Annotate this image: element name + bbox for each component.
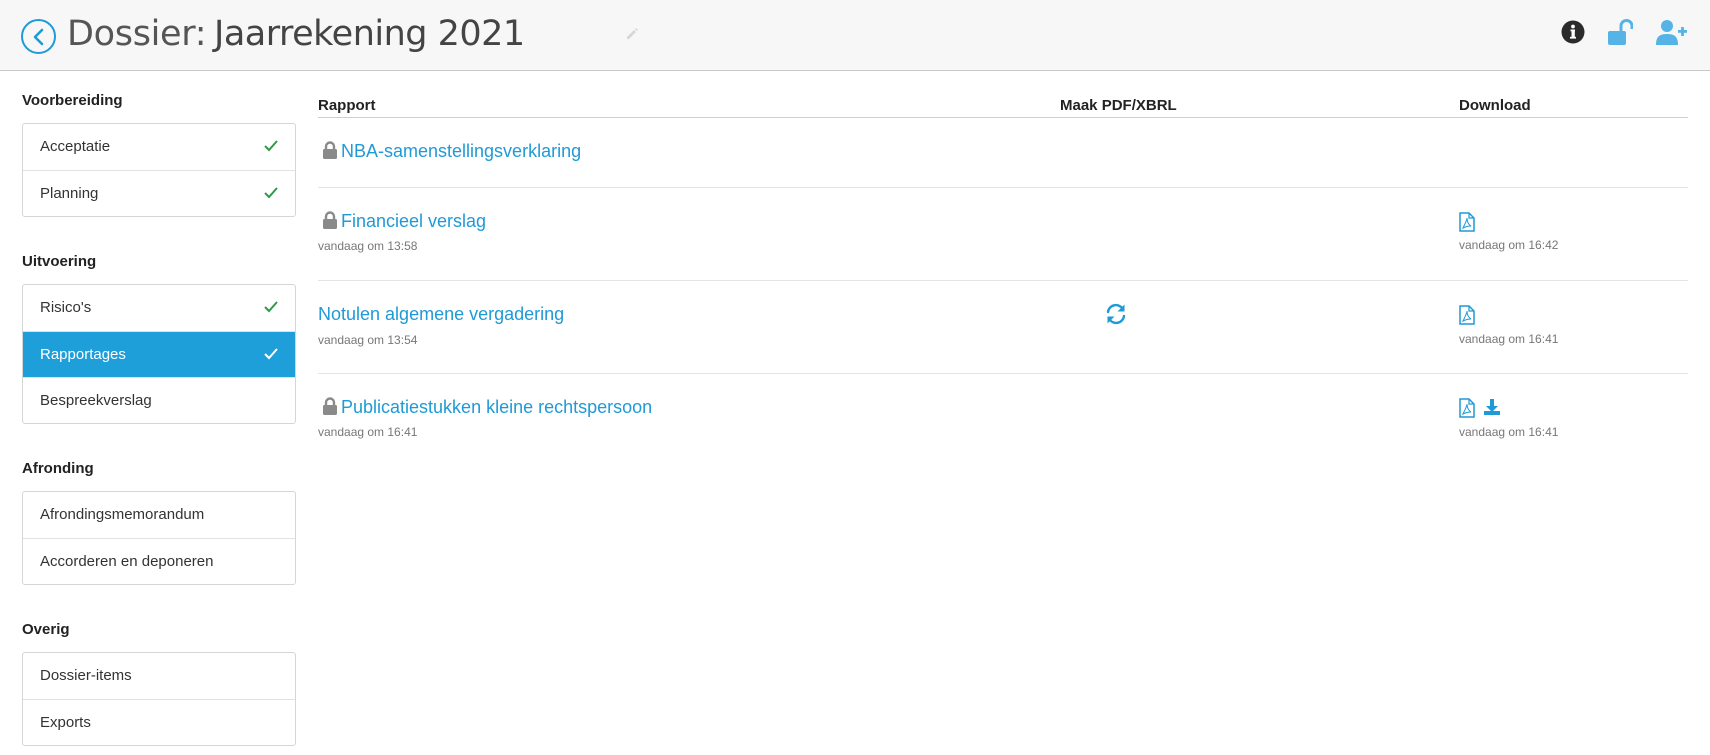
sidebar-item-risicos[interactable]: Risico's: [23, 285, 295, 331]
chevron-left-icon: [33, 28, 44, 46]
sidebar-item-label: Dossier-items: [40, 667, 132, 684]
header-divider: [318, 117, 1688, 118]
report-date: vandaag om 13:58: [318, 239, 418, 253]
sidebar-item-label: Rapportages: [40, 346, 126, 363]
sidebar-item-label: Accorderen en deponeren: [40, 553, 214, 570]
check-icon: [264, 187, 278, 199]
section-title-voorbereiding: Voorbereiding: [22, 92, 123, 109]
sidebar-item-afrondingsmemorandum[interactable]: Afrondingsmemorandum: [23, 492, 295, 538]
row-divider: [318, 187, 1688, 188]
sidebar-item-label: Acceptatie: [40, 138, 111, 155]
nav-group-afronding: Afrondingsmemorandum Accorderen en depon…: [22, 491, 296, 585]
report-link-notulen-algemene-vergadering[interactable]: Notulen algemene vergadering: [318, 304, 564, 325]
report-link-nba-samenstellingsverklaring[interactable]: NBA-samenstellingsverklaring: [341, 141, 581, 162]
check-icon: [264, 140, 278, 152]
check-icon: [264, 348, 278, 360]
column-header-make-pdf-xbrl: Maak PDF/XBRL: [1060, 97, 1177, 114]
nav-group-overig: Dossier-items Exports: [22, 652, 296, 746]
row-divider: [318, 373, 1688, 374]
unlock-icon[interactable]: [1607, 19, 1633, 47]
check-icon: [264, 301, 278, 313]
lock-icon: [323, 211, 337, 229]
info-icon[interactable]: [1561, 20, 1585, 44]
sidebar-item-rapportages[interactable]: Rapportages: [23, 331, 295, 377]
sidebar-item-accorderen-en-deponeren[interactable]: Accorderen en deponeren: [23, 538, 295, 584]
sidebar-item-dossier-items[interactable]: Dossier-items: [23, 653, 295, 699]
sidebar-item-acceptatie[interactable]: Acceptatie: [23, 124, 295, 170]
pdf-file-icon[interactable]: [1459, 398, 1475, 418]
pencil-icon[interactable]: [625, 27, 639, 41]
sidebar-item-bespreekverslag[interactable]: Bespreekverslag: [23, 377, 295, 423]
section-title-afronding: Afronding: [22, 460, 94, 477]
sidebar-item-label: Afrondingsmemorandum: [40, 506, 205, 523]
back-button[interactable]: [21, 19, 56, 54]
download-icon[interactable]: [1483, 398, 1501, 416]
lock-icon: [323, 397, 337, 415]
column-header-report: Rapport: [318, 97, 376, 114]
nav-group-uitvoering: Risico's Rapportages Bespreekverslag: [22, 284, 296, 424]
sidebar-item-exports[interactable]: Exports: [23, 699, 295, 745]
pdf-file-icon[interactable]: [1459, 305, 1475, 325]
download-date: vandaag om 16:41: [1459, 425, 1559, 439]
report-date: vandaag om 16:41: [318, 425, 418, 439]
lock-icon: [323, 141, 337, 159]
column-header-download: Download: [1459, 97, 1531, 114]
download-date: vandaag om 16:42: [1459, 238, 1559, 252]
refresh-icon[interactable]: [1105, 303, 1127, 325]
section-title-uitvoering: Uitvoering: [22, 253, 97, 270]
sidebar-item-label: Risico's: [40, 299, 92, 316]
page-header: Dossier: Jaarrekening 2021: [0, 0, 1710, 71]
row-divider: [318, 280, 1688, 281]
report-link-publicatiestukken-kleine-rechtspersoon[interactable]: Publicatiestukken kleine rechtspersoon: [341, 397, 652, 418]
section-title-overig: Overig: [22, 621, 70, 638]
sidebar-item-planning[interactable]: Planning: [23, 170, 295, 216]
download-date: vandaag om 16:41: [1459, 332, 1559, 346]
sidebar-item-label: Exports: [40, 714, 91, 731]
report-link-financieel-verslag[interactable]: Financieel verslag: [341, 211, 486, 232]
add-user-icon[interactable]: [1656, 19, 1688, 47]
dossier-label: Dossier:: [67, 14, 207, 54]
nav-group-voorbereiding: Acceptatie Planning: [22, 123, 296, 217]
pdf-file-icon[interactable]: [1459, 212, 1475, 232]
report-date: vandaag om 13:54: [318, 333, 418, 347]
sidebar-item-label: Bespreekverslag: [40, 392, 152, 409]
sidebar-item-label: Planning: [40, 185, 99, 202]
page-title: Jaarrekening 2021: [214, 14, 525, 54]
